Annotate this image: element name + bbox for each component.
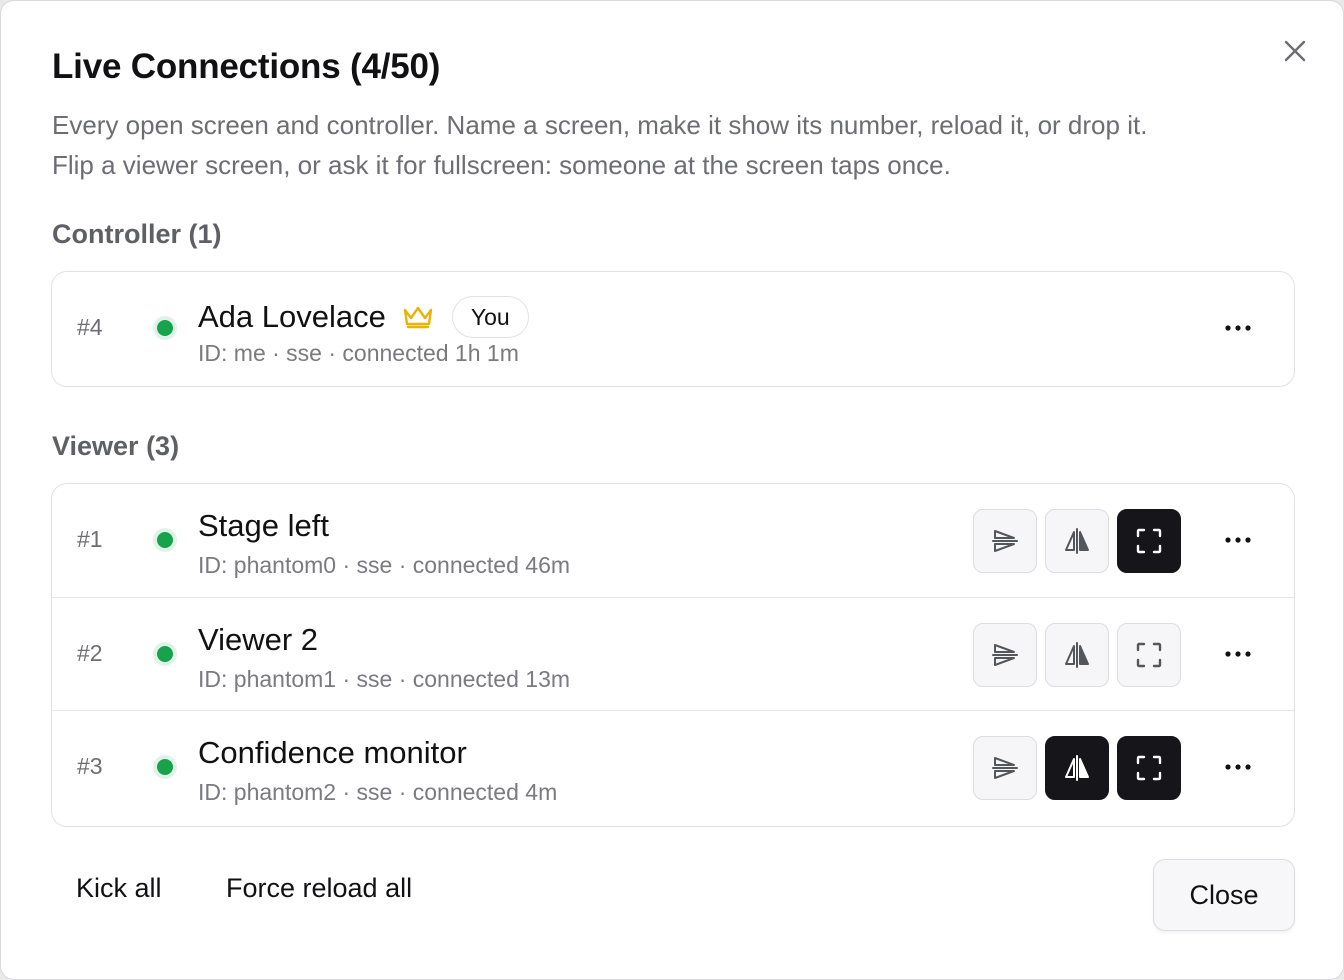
connection-row: #2 Viewer 2 ID: phantom1 · sse · connect… — [52, 597, 1294, 710]
connection-row: #3 Confidence monitor ID: phantom2 · sse… — [52, 710, 1294, 823]
description-line-2: Flip a viewer screen, or ask it for full… — [52, 150, 951, 180]
connection-name[interactable]: Viewer 2 — [198, 622, 318, 658]
mirror-button[interactable] — [1045, 623, 1109, 687]
online-status-dot — [157, 320, 173, 336]
description-line-1: Every open screen and controller. Name a… — [52, 110, 1148, 140]
flip-vertical-button[interactable] — [973, 736, 1037, 800]
flip-vertical-icon — [992, 757, 1018, 779]
connection-row: #4 Ada Lovelace You ID: me · sse · conne… — [52, 272, 1294, 385]
connection-meta: ID: phantom1 · sse · connected 13m — [198, 666, 571, 692]
mirror-horizontal-icon — [1065, 528, 1089, 554]
fullscreen-button[interactable] — [1117, 736, 1181, 800]
more-options-icon[interactable] — [1216, 747, 1260, 787]
fullscreen-icon — [1136, 755, 1162, 781]
mirror-button[interactable] — [1045, 736, 1109, 800]
connection-number: #2 — [77, 640, 103, 666]
dialog-description: Every open screen and controller. Name a… — [52, 105, 1302, 185]
mirror-horizontal-icon — [1065, 755, 1089, 781]
more-options-icon[interactable] — [1216, 634, 1260, 674]
viewer-card: #1 Stage left ID: phantom0 · sse · conne… — [51, 483, 1295, 827]
kick-all-button[interactable]: Kick all — [76, 873, 162, 904]
controller-section-label: Controller (1) — [52, 219, 222, 249]
online-status-dot — [157, 532, 173, 548]
controller-card: #4 Ada Lovelace You ID: me · sse · conne… — [51, 271, 1295, 387]
online-status-dot — [157, 646, 173, 662]
flip-vertical-button[interactable] — [973, 509, 1037, 573]
flip-vertical-button[interactable] — [973, 623, 1037, 687]
connection-meta: ID: phantom0 · sse · connected 46m — [198, 552, 571, 578]
connection-meta: ID: phantom2 · sse · connected 4m — [198, 779, 558, 805]
crown-icon — [402, 304, 434, 330]
connection-name[interactable]: Stage left — [198, 508, 329, 544]
live-connections-dialog: Live Connections (4/50) Every open scree… — [0, 0, 1344, 980]
you-badge: You — [451, 296, 529, 338]
close-icon[interactable] — [1279, 35, 1311, 67]
more-options-icon[interactable] — [1216, 520, 1260, 560]
connection-number: #3 — [77, 753, 103, 779]
force-reload-all-button[interactable]: Force reload all — [226, 873, 412, 904]
viewer-section-label: Viewer (3) — [52, 431, 180, 461]
fullscreen-button[interactable] — [1117, 623, 1181, 687]
connection-number: #4 — [77, 314, 103, 340]
dialog-title: Live Connections (4/50) — [52, 47, 441, 86]
mirror-button[interactable] — [1045, 509, 1109, 573]
mirror-horizontal-icon — [1065, 642, 1089, 668]
flip-vertical-icon — [992, 644, 1018, 666]
online-status-dot — [157, 759, 173, 775]
connection-number: #1 — [77, 526, 103, 552]
connection-meta: ID: me · sse · connected 1h 1m — [198, 340, 519, 366]
connection-row: #1 Stage left ID: phantom0 · sse · conne… — [52, 484, 1294, 597]
fullscreen-button[interactable] — [1117, 509, 1181, 573]
fullscreen-icon — [1136, 528, 1162, 554]
more-options-icon[interactable] — [1216, 308, 1260, 348]
connection-name[interactable]: Confidence monitor — [198, 735, 467, 771]
connection-name-line: Ada Lovelace You — [198, 296, 529, 338]
flip-vertical-icon — [992, 530, 1018, 552]
close-button[interactable]: Close — [1153, 859, 1295, 931]
connection-name[interactable]: Ada Lovelace — [198, 299, 386, 335]
fullscreen-icon — [1136, 642, 1162, 668]
